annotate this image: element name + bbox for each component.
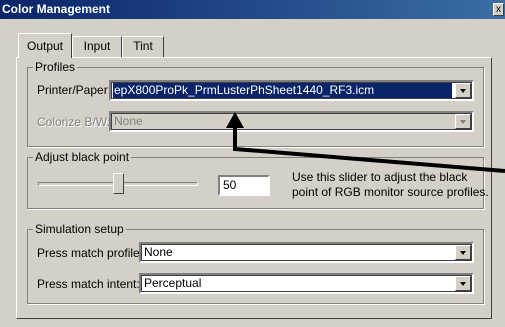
press-match-profile-label: Press match profile: xyxy=(37,246,144,260)
profiles-group xyxy=(27,67,484,147)
close-icon: x xyxy=(496,4,501,15)
colorize-bw-select[interactable]: None xyxy=(109,111,474,132)
black-point-help-text: Use this slider to adjust the black poin… xyxy=(292,170,489,199)
chevron-down-icon[interactable] xyxy=(455,245,471,260)
chevron-down-icon[interactable] xyxy=(455,276,471,291)
tab-tint-label: Tint xyxy=(133,39,153,53)
profiles-group-title: Profiles xyxy=(33,60,78,74)
title-bar[interactable]: Color Management x xyxy=(0,0,505,19)
printer-paper-label: Printer/Paper: xyxy=(37,83,112,97)
press-match-intent-select[interactable]: Perceptual xyxy=(139,273,474,294)
press-match-intent-label: Press match intent: xyxy=(37,277,140,291)
colorize-bw-label: Colorize B/W: xyxy=(37,115,111,129)
press-match-profile-select[interactable]: None xyxy=(139,242,474,263)
window-title: Color Management xyxy=(2,2,111,16)
color-management-dialog: Color Management x Output Input Tint Pro… xyxy=(0,0,505,327)
tab-input-label: Input xyxy=(83,39,111,53)
press-match-intent-value: Perceptual xyxy=(144,276,202,290)
tab-output[interactable]: Output xyxy=(18,33,72,58)
chevron-down-icon[interactable] xyxy=(455,114,471,129)
printer-paper-value: epX800ProPk_PrmLusterPhSheet1440_RF3.icm xyxy=(113,83,452,98)
close-button[interactable]: x xyxy=(493,3,504,16)
chevron-down-icon[interactable] xyxy=(455,83,471,98)
tab-input[interactable]: Input xyxy=(72,36,122,57)
printer-paper-select[interactable]: epX800ProPk_PrmLusterPhSheet1440_RF3.icm xyxy=(109,80,474,101)
black-point-slider-thumb[interactable] xyxy=(112,173,124,194)
black-point-value-field[interactable]: 50 xyxy=(218,175,270,196)
black-point-group-title: Adjust black point xyxy=(33,150,132,164)
tab-output-label: Output xyxy=(26,39,64,53)
simulation-group-title: Simulation setup xyxy=(33,222,126,236)
tab-tint[interactable]: Tint xyxy=(122,36,164,57)
colorize-bw-value: None xyxy=(114,114,143,128)
press-match-profile-value: None xyxy=(144,245,173,259)
